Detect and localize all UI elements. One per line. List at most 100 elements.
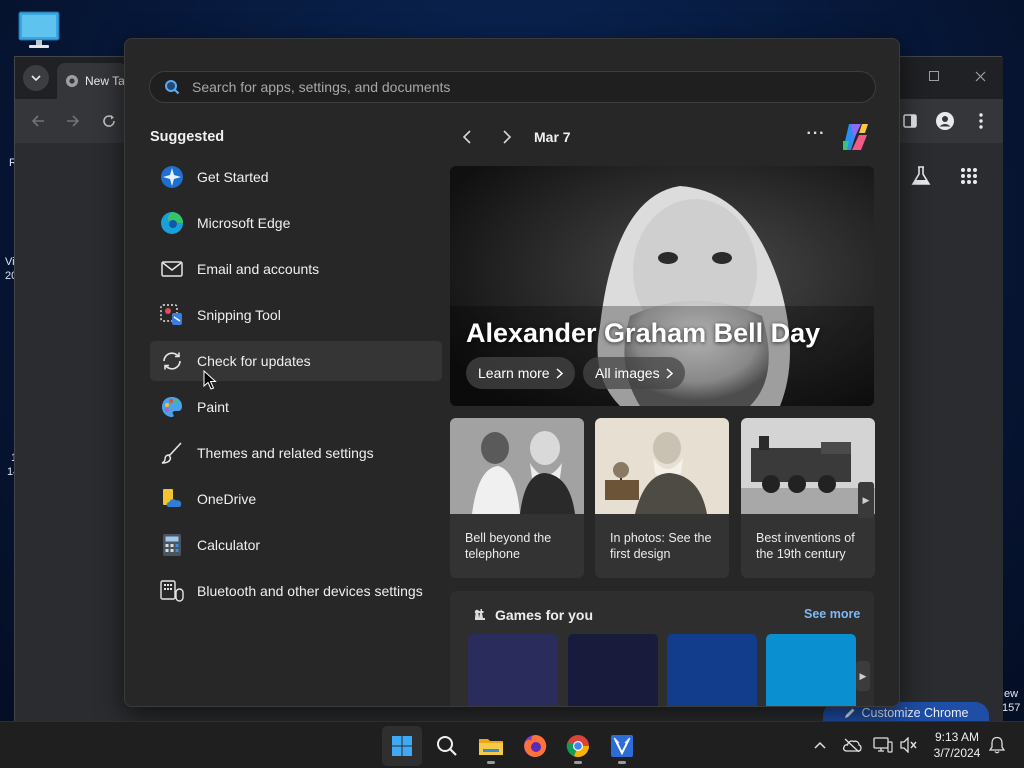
paint-icon	[159, 394, 185, 420]
pinned-app-button[interactable]	[602, 726, 642, 766]
devices-icon	[159, 578, 185, 604]
learn-more-label: Learn more	[478, 365, 550, 381]
game-tile[interactable]	[468, 634, 558, 706]
game-tile[interactable]	[766, 634, 856, 706]
network-tray-button[interactable]	[872, 734, 894, 756]
news-card[interactable]: In photos: See the first design	[595, 418, 729, 578]
suggested-item-label: Snipping Tool	[197, 307, 281, 323]
suggested-item-label: Check for updates	[197, 353, 311, 369]
game-tile[interactable]	[568, 634, 658, 706]
app-icon	[611, 735, 633, 757]
taskbar-clock[interactable]: 9:13 AM 3/7/2024	[925, 729, 989, 761]
chrome-favicon-icon	[66, 75, 78, 87]
forward-button[interactable]	[60, 108, 86, 134]
chrome-menu-button[interactable]	[968, 108, 994, 134]
start-menu: Suggested Get Started Microsoft Edge Ema…	[124, 38, 900, 707]
file-explorer-icon	[479, 739, 503, 755]
chrome-button[interactable]	[558, 726, 598, 766]
desktop-edge-text: ew	[1004, 688, 1019, 700]
kebab-menu-icon	[979, 113, 983, 129]
suggested-item-get-started[interactable]: Get Started	[150, 157, 442, 197]
start-search-box[interactable]	[149, 71, 876, 103]
see-more-link[interactable]: See more	[804, 607, 860, 621]
suggested-item-themes[interactable]: Themes and related settings	[150, 433, 442, 473]
running-indicator	[618, 761, 626, 764]
learn-more-button[interactable]: Learn more	[466, 357, 575, 389]
this-pc-icon[interactable]	[17, 10, 61, 50]
games-title: Games for you	[495, 607, 594, 623]
more-options-button[interactable]: ···	[805, 125, 827, 147]
card-image-telephone-drawing	[595, 418, 729, 514]
game-tile[interactable]	[667, 634, 757, 706]
desktop-edge-text: 157	[1002, 702, 1021, 714]
notifications-button[interactable]	[986, 734, 1008, 756]
games-next-button[interactable]: ▶	[856, 661, 870, 691]
volume-tray-button[interactable]	[898, 734, 920, 756]
reload-button[interactable]	[96, 108, 122, 134]
suggested-item-microsoft-edge[interactable]: Microsoft Edge	[150, 203, 442, 243]
cards-next-button[interactable]: ▶	[858, 482, 874, 518]
suggested-item-bluetooth-devices[interactable]: Bluetooth and other devices settings	[150, 571, 442, 611]
close-window-button[interactable]	[965, 65, 995, 87]
clock-time: 9:13 AM	[934, 730, 980, 744]
chevron-left-icon	[462, 130, 471, 144]
arrow-left-icon	[31, 115, 44, 127]
network-icon	[873, 737, 893, 753]
snipping-tool-icon	[159, 302, 185, 328]
apps-grid-button[interactable]	[956, 163, 982, 189]
card-image-locomotive	[741, 418, 875, 514]
suggested-item-label: Microsoft Edge	[197, 215, 291, 231]
card-image-bell-portrait	[450, 418, 584, 514]
all-images-button[interactable]: All images	[583, 357, 685, 389]
previous-day-button[interactable]	[457, 127, 477, 147]
next-day-button[interactable]	[497, 127, 517, 147]
bell-icon	[989, 736, 1005, 754]
reload-icon	[103, 115, 115, 127]
show-hidden-icons-button[interactable]	[809, 734, 831, 756]
suggested-item-check-for-updates[interactable]: Check for updates	[150, 341, 442, 381]
start-search-input[interactable]	[192, 79, 832, 95]
tab-search-button[interactable]	[23, 65, 49, 91]
card-text: Best inventions of the 19th century	[756, 531, 855, 561]
side-panel-button[interactable]	[897, 108, 923, 134]
chevron-right-icon	[503, 130, 512, 144]
taskbar-search-button[interactable]	[427, 726, 467, 766]
games-chess-icon	[474, 609, 485, 620]
hero-card[interactable]: Alexander Graham Bell Day Learn more All…	[450, 166, 874, 406]
copilot-button[interactable]	[839, 121, 871, 153]
suggested-item-calculator[interactable]: Calculator	[150, 525, 442, 565]
profile-icon	[936, 112, 954, 130]
suggested-list: Get Started Microsoft Edge Email and acc…	[150, 157, 442, 617]
volume-muted-icon	[900, 737, 917, 753]
calculator-icon	[159, 532, 185, 558]
arrow-right-icon	[67, 115, 80, 127]
suggested-item-email-accounts[interactable]: Email and accounts	[150, 249, 442, 289]
search-icon	[437, 736, 457, 756]
back-button[interactable]	[25, 108, 51, 134]
brush-icon	[159, 440, 185, 466]
labs-button[interactable]	[908, 163, 934, 189]
maximize-icon	[929, 71, 939, 81]
edge-icon	[159, 210, 185, 236]
chevron-down-icon	[31, 75, 41, 82]
suggested-item-snipping-tool[interactable]: Snipping Tool	[150, 295, 442, 335]
profile-button[interactable]	[932, 108, 958, 134]
suggested-item-paint[interactable]: Paint	[150, 387, 442, 427]
maximize-button[interactable]	[919, 65, 949, 87]
suggested-item-label: Email and accounts	[197, 261, 320, 277]
onedrive-tray-button[interactable]	[841, 734, 863, 756]
news-card[interactable]: Bell beyond the telephone	[450, 418, 584, 578]
news-card[interactable]: Best inventions of the 19th century	[741, 418, 875, 578]
chrome-tab[interactable]: New Ta	[57, 63, 127, 99]
file-explorer-button[interactable]	[471, 726, 511, 766]
suggested-item-onedrive[interactable]: OneDrive	[150, 479, 442, 519]
card-text: In photos: See the first design	[610, 531, 712, 561]
suggested-item-label: OneDrive	[197, 491, 257, 507]
hero-title: Alexander Graham Bell Day	[466, 318, 821, 348]
get-started-icon	[159, 164, 185, 190]
customize-chrome-label: Customize Chrome	[861, 706, 969, 720]
firefox-button[interactable]	[515, 726, 555, 766]
start-button[interactable]	[382, 726, 422, 766]
chevron-right-icon	[666, 367, 673, 379]
suggested-item-label: Paint	[197, 399, 229, 415]
